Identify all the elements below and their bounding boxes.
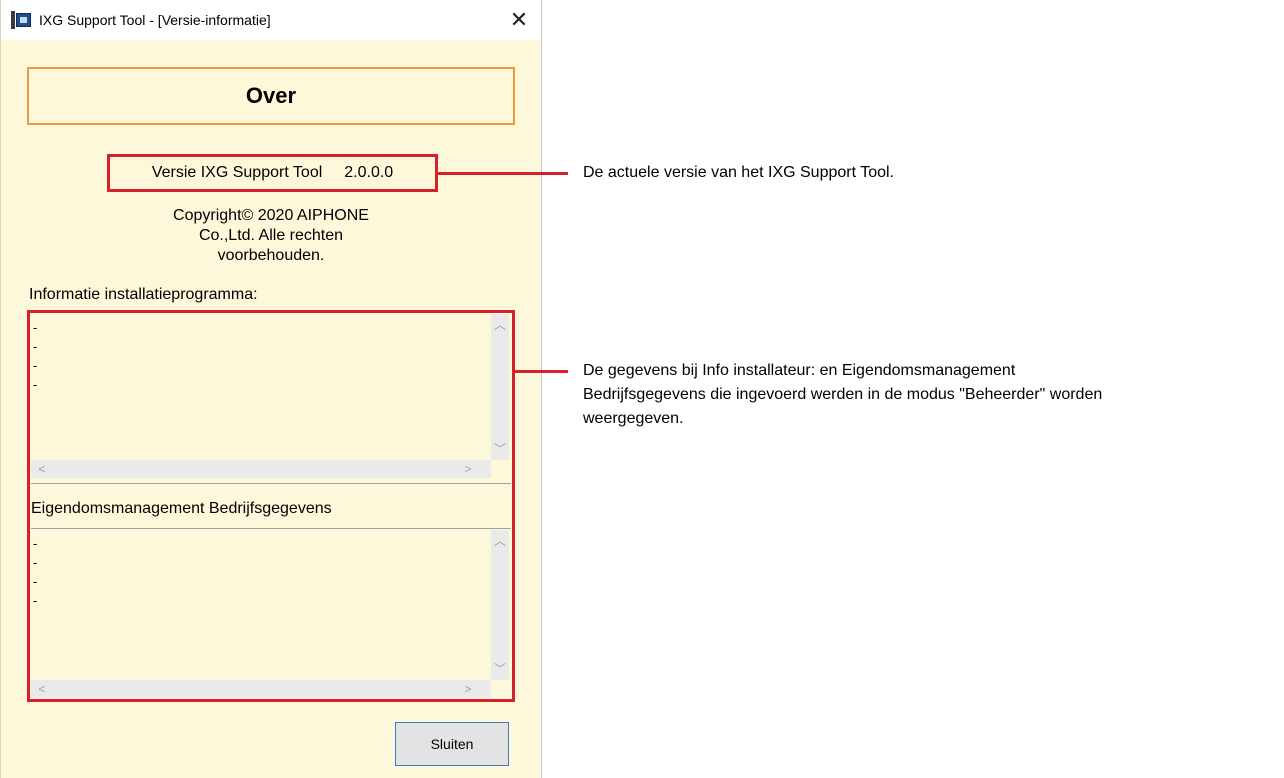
installer-info-label: Informatie installatieprogramma: xyxy=(29,286,258,303)
data-annotation: De gegevens bij Info installateur: en Ei… xyxy=(583,359,1278,431)
about-dialog: IXG Support Tool - [Versie-informatie] ✕… xyxy=(0,0,542,778)
version-label: Versie IXG Support Tool xyxy=(151,164,323,181)
data-callout-line xyxy=(514,370,568,373)
close-icon[interactable]: ✕ xyxy=(507,8,531,32)
annotation-line: weergegeven. xyxy=(583,410,684,427)
data-highlight-frame xyxy=(27,310,515,702)
annotation-line: Bedrijfsgegevens die ingevoerd werden in… xyxy=(583,386,1103,403)
version-annotation: De actuele versie van het IXG Support To… xyxy=(583,164,894,181)
version-number: 2.0.0.0 xyxy=(344,164,394,181)
close-button[interactable]: Sluiten xyxy=(395,722,509,766)
window-title: IXG Support Tool - [Versie-informatie] xyxy=(39,12,271,28)
title-bar: IXG Support Tool - [Versie-informatie] ✕ xyxy=(1,0,541,40)
page-title: Over xyxy=(27,67,515,125)
copyright-line: Co.,Ltd. Alle rechten xyxy=(198,227,344,244)
app-icon xyxy=(11,11,31,29)
version-callout-line xyxy=(437,172,568,175)
annotation-line: De gegevens bij Info installateur: en Ei… xyxy=(583,362,1016,379)
version-info: Versie IXG Support Tool 2.0.0.0 xyxy=(107,154,438,192)
copyright-line: voorbehouden. xyxy=(217,247,325,264)
copyright-line: Copyright© 2020 AIPHONE xyxy=(173,207,369,224)
copyright-text: Copyright© 2020 AIPHONE Co.,Ltd. Alle re… xyxy=(101,206,441,266)
